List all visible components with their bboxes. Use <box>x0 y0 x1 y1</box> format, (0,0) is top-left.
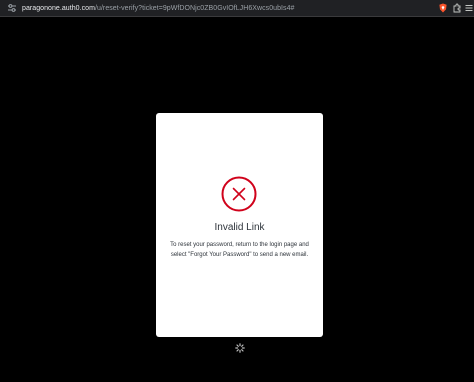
extensions-icon[interactable] <box>452 3 462 13</box>
tune-icon[interactable] <box>7 3 17 13</box>
dialog-title: Invalid Link <box>214 222 265 233</box>
loading-spinner-icon <box>235 343 245 353</box>
error-x-circle-icon <box>221 176 257 212</box>
menu-icon[interactable] <box>464 3 474 13</box>
url-field[interactable]: paragonone.auth0.com/u/reset-verify?tick… <box>22 4 294 13</box>
browser-address-bar: paragonone.auth0.com/u/reset-verify?tick… <box>0 0 474 17</box>
invalid-link-card: Invalid Link To reset your password, ret… <box>156 113 323 337</box>
url-host: paragonone.auth0.com <box>22 5 95 12</box>
url-path: /u/reset-verify?ticket=9pWfDONjc0ZB0GvIO… <box>95 5 295 12</box>
brave-shield-icon[interactable] <box>438 3 448 13</box>
dialog-message: To reset your password, return to the lo… <box>170 242 309 258</box>
